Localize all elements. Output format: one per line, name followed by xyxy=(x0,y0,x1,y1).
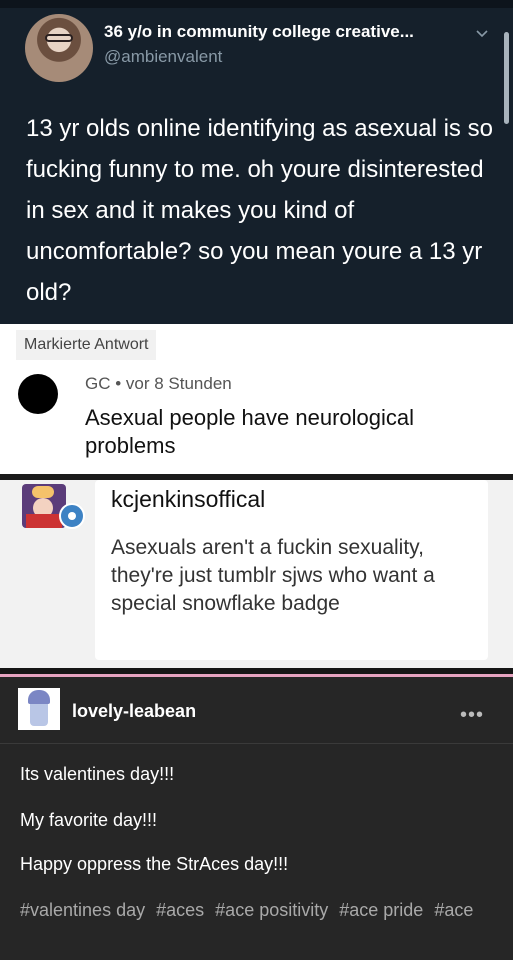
badge-center xyxy=(68,512,76,520)
avatar-shirt xyxy=(26,514,62,528)
more-options-icon[interactable]: ••• xyxy=(460,704,484,727)
tag-link[interactable]: #aces xyxy=(156,900,204,920)
divider xyxy=(0,743,513,744)
forum-panel: kcjenkinsoffical Asexuals aren't a fucki… xyxy=(0,480,513,668)
scrollbar[interactable] xyxy=(504,32,509,124)
screenshot-collage: 36 y/o in community college creative... … xyxy=(0,0,513,960)
comment-text: Asexuals aren't a fuckin sexuality, they… xyxy=(111,536,435,615)
answer-panel: Markierte Antwort GC • vor 8 Stunden Ase… xyxy=(0,324,513,480)
tweet-text: 13 yr olds online identifying as asexual… xyxy=(26,115,493,306)
tumblr-panel: lovely-leabean ••• Its valentines day!!!… xyxy=(0,668,513,960)
answer-meta: GC • vor 8 Stunden xyxy=(85,374,232,393)
tag-link[interactable]: #ace positivity xyxy=(215,900,328,920)
blog-avatar[interactable] xyxy=(18,688,60,730)
display-name[interactable]: 36 y/o in community college creative... xyxy=(104,22,414,42)
blog-name[interactable]: lovely-leabean xyxy=(72,701,196,722)
post-tags: #valentines day #aces #ace positivity #a… xyxy=(20,898,490,922)
accent-line xyxy=(0,674,513,677)
handle[interactable]: @ambienvalent xyxy=(104,47,222,67)
top-bar xyxy=(0,0,513,8)
tweet-panel: 36 y/o in community college creative... … xyxy=(0,0,513,324)
answer-text: Asexual people have neurological problem… xyxy=(85,405,415,458)
avatar-glasses xyxy=(45,34,73,42)
status-badge xyxy=(59,503,85,529)
avatar xyxy=(18,374,58,414)
marked-answer-tag: Markierte Antwort xyxy=(16,330,157,360)
tag-link[interactable]: #valentines day xyxy=(20,900,145,920)
comment-card: kcjenkinsoffical Asexuals aren't a fucki… xyxy=(95,480,488,660)
post-line: My favorite day!!! xyxy=(20,810,158,830)
post-line: Its valentines day!!! xyxy=(20,764,175,784)
chevron-down-icon[interactable] xyxy=(474,26,490,42)
tag-link[interactable]: #ace pride xyxy=(339,900,423,920)
avatar[interactable] xyxy=(25,14,93,82)
post-line: Happy oppress the StrAces day!!! xyxy=(20,854,289,874)
tag-link[interactable]: #ace xyxy=(434,900,473,920)
username[interactable]: kcjenkinsoffical xyxy=(111,486,265,513)
avatar-hair xyxy=(28,690,50,704)
avatar-flower xyxy=(32,486,54,498)
